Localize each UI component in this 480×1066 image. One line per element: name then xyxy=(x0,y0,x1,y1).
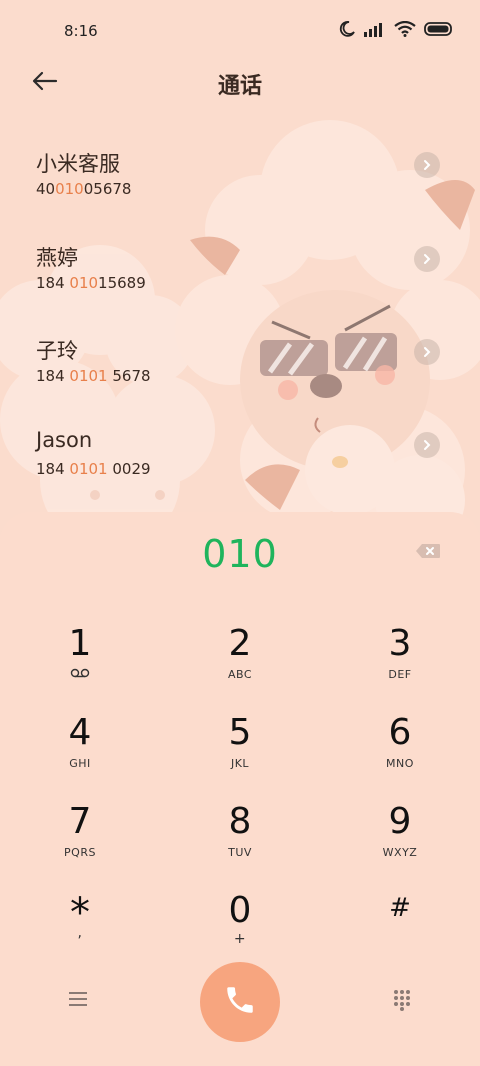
key-letters: + xyxy=(233,931,247,947)
key-3[interactable]: 3 DEF xyxy=(320,624,480,704)
key-2[interactable]: 2 ABC xyxy=(160,624,320,704)
key-9[interactable]: 9 WXYZ xyxy=(320,802,480,882)
key-digit: 5 xyxy=(228,712,252,753)
list-item[interactable]: Jason 184 0101 0029 xyxy=(0,428,480,508)
chevron-right-icon xyxy=(422,156,432,175)
key-hash[interactable]: # xyxy=(320,891,480,971)
contact-detail-button[interactable] xyxy=(414,152,440,178)
key-digit: 0 xyxy=(228,890,252,931)
key-digit: 2 xyxy=(228,623,252,664)
key-digit: 8 xyxy=(228,801,252,842)
key-1[interactable]: 1 xyxy=(0,624,160,704)
chevron-right-icon xyxy=(422,250,432,269)
key-letters: , xyxy=(77,925,83,941)
status-bar: 8:16 xyxy=(0,0,480,60)
list-item[interactable]: 小米客服 4001005678 xyxy=(0,148,480,228)
bottom-bar xyxy=(0,960,480,1046)
wifi-icon xyxy=(394,20,416,41)
contact-number: 184 0101 0029 xyxy=(36,460,151,478)
key-digit: 7 xyxy=(68,801,92,842)
signal-icon xyxy=(364,21,386,41)
key-digit: # xyxy=(389,893,411,923)
key-letters: ABC xyxy=(227,668,253,681)
key-letters: TUV xyxy=(228,846,252,859)
key-digit: 6 xyxy=(388,712,412,753)
menu-icon xyxy=(69,991,87,1011)
key-6[interactable]: 6 MNO xyxy=(320,713,480,793)
dialed-number[interactable]: 010 xyxy=(0,532,480,576)
contact-number: 184 0101 5678 xyxy=(36,367,151,385)
key-letters: JKL xyxy=(230,757,250,770)
key-digit: 3 xyxy=(388,623,412,664)
dialpad-icon xyxy=(393,989,411,1015)
key-letters: PQRS xyxy=(64,846,96,859)
chevron-right-icon xyxy=(422,436,432,455)
key-4[interactable]: 4 GHI xyxy=(0,713,160,793)
moon-icon xyxy=(338,20,356,42)
contact-name: 燕婷 xyxy=(36,246,78,270)
key-8[interactable]: 8 TUV xyxy=(160,802,320,882)
contact-name: 小米客服 xyxy=(36,152,120,176)
status-icons xyxy=(338,20,454,42)
backspace-icon xyxy=(415,543,441,563)
contact-detail-button[interactable] xyxy=(414,432,440,458)
delete-button[interactable] xyxy=(414,542,442,564)
key-letters: WXYZ xyxy=(382,846,418,859)
call-button[interactable] xyxy=(200,962,280,1042)
contact-name: 子玲 xyxy=(36,339,78,363)
key-5[interactable]: 5 JKL xyxy=(160,713,320,793)
voicemail-icon xyxy=(0,668,160,681)
page-title: 通话 xyxy=(217,74,262,99)
list-item[interactable]: 燕婷 184 01015689 xyxy=(0,242,480,322)
header: 通话 xyxy=(0,60,480,106)
key-digit: 9 xyxy=(388,801,412,842)
chevron-right-icon xyxy=(422,343,432,362)
status-time: 8:16 xyxy=(64,22,98,40)
key-7[interactable]: 7 PQRS xyxy=(0,802,160,882)
contact-detail-button[interactable] xyxy=(414,339,440,365)
phone-icon xyxy=(223,983,257,1021)
key-0[interactable]: 0 + xyxy=(160,891,320,971)
key-letters: MNO xyxy=(386,757,414,770)
key-letters: GHI xyxy=(69,757,91,770)
contact-detail-button[interactable] xyxy=(414,246,440,272)
dialpad-toggle-button[interactable] xyxy=(388,988,416,1016)
list-item[interactable]: 子玲 184 0101 5678 xyxy=(0,335,480,415)
menu-button[interactable] xyxy=(64,990,92,1012)
contact-number: 184 01015689 xyxy=(36,274,146,292)
key-letters: DEF xyxy=(388,668,412,681)
key-star[interactable]: * , xyxy=(0,891,160,971)
key-digit: 4 xyxy=(68,712,92,753)
battery-icon xyxy=(424,21,454,41)
key-digit: 1 xyxy=(68,623,92,664)
contact-name: Jason xyxy=(36,428,93,452)
contact-number: 4001005678 xyxy=(36,180,132,198)
